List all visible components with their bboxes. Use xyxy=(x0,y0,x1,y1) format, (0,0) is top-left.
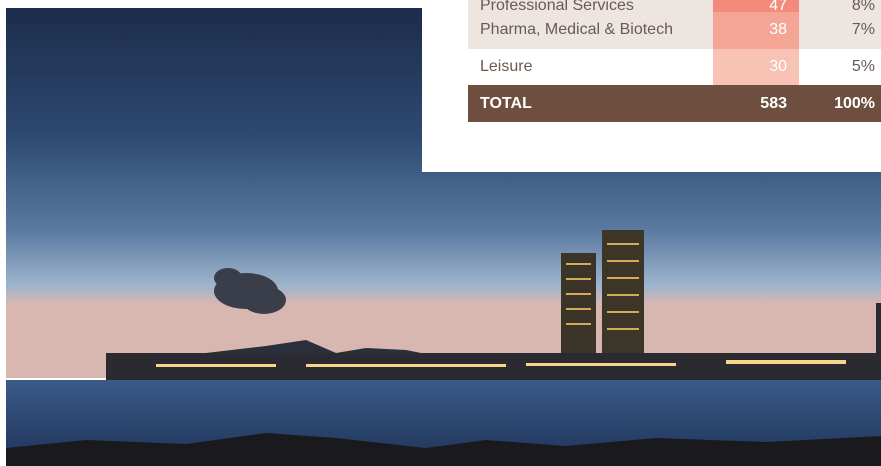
total-count: 583 xyxy=(760,94,787,112)
row-count: 47 xyxy=(713,0,799,12)
table-row: Professional Services 47 8% xyxy=(468,0,881,12)
table-row: Leisure 30 5% xyxy=(468,48,881,85)
row-count: 38 xyxy=(713,12,799,49)
row-percent: 7% xyxy=(851,21,875,39)
table-row: Pharma, Medical & Biotech 38 7% xyxy=(468,12,881,49)
table-total-row: TOTAL 583 100% xyxy=(468,85,881,122)
row-name: Leisure xyxy=(480,57,533,75)
total-percent: 100% xyxy=(834,94,875,112)
table-panel: Professional Services 47 8% Pharma, Medi… xyxy=(422,0,881,172)
row-percent: 8% xyxy=(851,0,875,12)
row-name: Pharma, Medical & Biotech xyxy=(480,21,673,39)
total-label: TOTAL xyxy=(480,94,532,112)
row-percent: 5% xyxy=(851,57,875,75)
row-name: Professional Services xyxy=(480,0,634,12)
row-count: 30 xyxy=(713,48,799,85)
sector-table: Professional Services 47 8% Pharma, Medi… xyxy=(468,0,881,122)
